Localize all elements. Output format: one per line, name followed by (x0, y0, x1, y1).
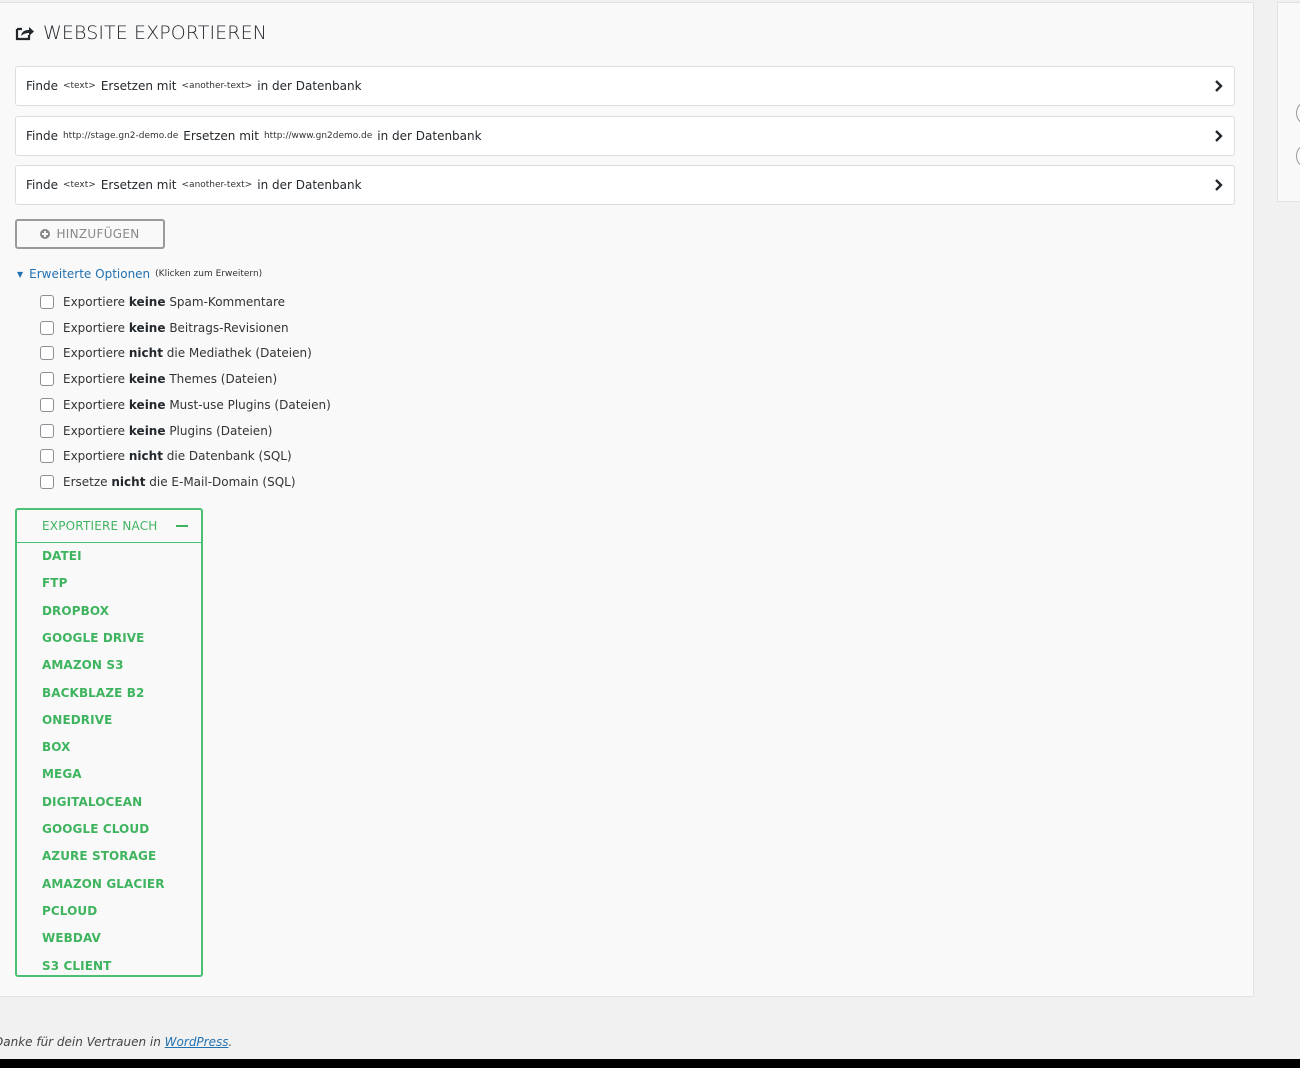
option-row: Exportiere nicht die Datenbank (SQL) (40, 447, 292, 465)
option-emphasis: nicht (128, 346, 163, 361)
replace-row[interactable]: Finde <text> Ersetzen mit <another-text> in … (15, 165, 1235, 205)
chevron-right-icon (1215, 130, 1223, 142)
chevron-right-icon (1215, 179, 1223, 191)
export-destination-item[interactable]: AMAZON GLACIER (42, 877, 165, 891)
footer: Danke für dein Vertrauen in WordPress. (0, 1035, 232, 1049)
bottom-bar (0, 1059, 1300, 1068)
replace-label: Ersetzen mit (100, 178, 177, 192)
option-emphasis: nicht (128, 449, 163, 464)
option-checkbox[interactable] (40, 449, 54, 464)
option-text: Exportiere (63, 372, 126, 387)
export-icon (15, 27, 34, 41)
export-destination-item[interactable]: BACKBLAZE B2 (42, 686, 144, 700)
export-destination-item[interactable]: DATEI (42, 549, 82, 563)
replace-row[interactable]: Finde http://stage.gn2-demo.de Ersetzen mi… (15, 116, 1235, 156)
find-value: <text> (62, 180, 96, 190)
export-to-dropdown: EXPORTIERE NACH DATEI FTP DROPBOX GOOGLE DR… (15, 508, 203, 977)
option-emphasis: keine (128, 295, 166, 309)
option-emphasis: keine (128, 397, 166, 412)
export-destination-item[interactable]: S3 CLIENT (42, 959, 111, 973)
export-to-label: EXPORTIERE NACH (42, 519, 158, 533)
replace-suffix: in der Datenbank (257, 178, 362, 192)
side-radio[interactable] (1296, 146, 1300, 166)
option-checkbox[interactable] (40, 474, 54, 489)
option-row: Ersetze nicht die E-Mail-Domain (SQL) (40, 473, 296, 491)
plus-circle-icon (40, 229, 51, 239)
option-text: Ersetze (63, 474, 108, 489)
option-checkbox[interactable] (40, 346, 54, 361)
find-value: <text> (62, 81, 96, 91)
find-label: Finde (26, 129, 58, 143)
side-radio[interactable] (1296, 103, 1300, 123)
footer-end: . (228, 1035, 233, 1049)
export-destination-item[interactable]: WEBDAV (42, 931, 101, 945)
page-title: WEBSITE EXPORTIEREN (15, 22, 267, 44)
option-row: Exportiere keine Plugins (Dateien) (40, 422, 272, 440)
replace-suffix: in der Datenbank (257, 79, 362, 93)
option-row: Exportiere keine Spam-Kommentare (40, 293, 285, 311)
triangle-down-icon: ▼ (17, 269, 24, 279)
footer-text: Danke für dein Vertrauen in (0, 1035, 161, 1049)
export-destination-item[interactable]: GOOGLE DRIVE (42, 631, 144, 645)
export-destination-item[interactable]: BOX (42, 740, 70, 754)
replace-value: <another-text> (181, 180, 253, 190)
wordpress-link[interactable]: WordPress (165, 1035, 229, 1049)
find-value: http://stage.gn2-demo.de (62, 131, 179, 141)
replace-value: <another-text> (181, 81, 253, 91)
chevron-right-icon (1215, 80, 1223, 92)
add-button[interactable]: HINZUFÜGEN (15, 219, 165, 249)
option-checkbox[interactable] (40, 397, 54, 412)
option-text: Exportiere (63, 295, 126, 309)
option-text: Exportiere (63, 449, 126, 464)
option-row: Exportiere nicht die Mediathek (Dateien) (40, 344, 312, 362)
export-destination-item[interactable]: DIGITALOCEAN (42, 795, 142, 809)
export-destination-item[interactable]: DROPBOX (42, 604, 109, 618)
export-destination-item[interactable]: MEGA (42, 767, 82, 781)
option-text: Must-use Plugins (Dateien) (169, 397, 331, 412)
advanced-options-hint: (Klicken zum Erweitern) (155, 269, 263, 279)
option-emphasis: nicht (111, 474, 146, 489)
option-emphasis: keine (128, 372, 166, 387)
option-row: Exportiere keine Beitrags-Revisionen (40, 319, 289, 337)
option-text: Exportiere (63, 397, 126, 412)
option-emphasis: keine (128, 423, 166, 438)
option-checkbox[interactable] (40, 320, 54, 335)
page-title-text: WEBSITE EXPORTIEREN (43, 22, 267, 44)
option-emphasis: keine (128, 320, 166, 335)
export-destination-item[interactable]: ONEDRIVE (42, 713, 112, 727)
option-checkbox[interactable] (40, 423, 54, 438)
option-text: Plugins (Dateien) (169, 423, 273, 438)
replace-suffix: in der Datenbank (377, 129, 482, 143)
side-panel (1277, 2, 1300, 202)
option-text: die Datenbank (SQL) (166, 449, 292, 464)
export-to-header[interactable]: EXPORTIERE NACH (17, 510, 201, 543)
option-text: Beitrags-Revisionen (169, 320, 289, 335)
advanced-options-label: Erweiterte Optionen (29, 267, 151, 281)
option-checkbox[interactable] (40, 372, 54, 387)
option-text: Exportiere (63, 320, 126, 335)
option-text: Themes (Dateien) (169, 372, 278, 387)
add-button-label: HINZUFÜGEN (56, 227, 140, 241)
option-checkbox[interactable] (40, 295, 54, 309)
option-text: Exportiere (63, 423, 126, 438)
replace-row[interactable]: Finde <text> Ersetzen mit <another-text> in … (15, 66, 1235, 106)
option-text: die Mediathek (Dateien) (166, 346, 312, 361)
find-label: Finde (26, 79, 58, 93)
export-destination-item[interactable]: AZURE STORAGE (42, 849, 156, 863)
option-text: Spam-Kommentare (169, 295, 286, 309)
minus-icon (175, 525, 188, 527)
export-destination-item[interactable]: FTP (42, 576, 67, 590)
option-text: die E-Mail-Domain (SQL) (149, 474, 296, 489)
option-row: Exportiere keine Themes (Dateien) (40, 370, 277, 388)
replace-value: http://www.gn2demo.de (263, 131, 373, 141)
option-text: Exportiere (63, 346, 126, 361)
find-label: Finde (26, 178, 58, 192)
replace-label: Ersetzen mit (100, 79, 177, 93)
export-destination-item[interactable]: PCLOUD (42, 904, 97, 918)
advanced-options-toggle[interactable]: ▼ Erweiterte Optionen (Klicken zum Erwei… (17, 267, 262, 281)
export-destination-item[interactable]: AMAZON S3 (42, 658, 124, 672)
replace-label: Ersetzen mit (183, 129, 259, 143)
export-destination-item[interactable]: GOOGLE CLOUD (42, 822, 149, 836)
option-row: Exportiere keine Must-use Plugins (Datei… (40, 396, 331, 414)
